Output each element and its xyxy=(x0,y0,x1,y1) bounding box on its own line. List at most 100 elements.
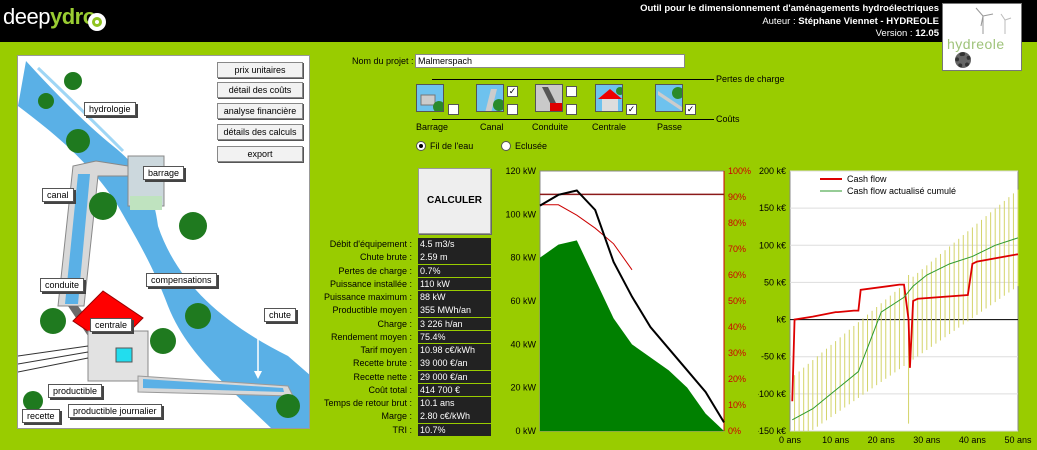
cashflow-y-tick-label: 100 k€ xyxy=(759,240,786,250)
passe-label: Passe xyxy=(657,122,683,132)
result-label: Débit d'équipement : xyxy=(329,239,412,249)
power-y-tick-label: 40 kW xyxy=(510,339,536,349)
result-row: Tarif moyen : 10.98 c€/kWh xyxy=(0,344,491,357)
centrale-icon xyxy=(595,84,623,112)
radio-fil-indicator[interactable] xyxy=(416,141,426,151)
cashflow-y-tick-label: k€ xyxy=(776,315,786,325)
percent-y-tick-label: 100% xyxy=(728,166,751,176)
result-value: 10.7% xyxy=(418,423,491,436)
percent-y-tick-label: 50% xyxy=(728,296,746,306)
result-label: Puissance maximum : xyxy=(323,292,412,302)
label-canal[interactable]: canal xyxy=(42,188,74,202)
cashflow-x-tick-label: 20 ans xyxy=(868,435,896,445)
cashflow-y-tick-label: -100 k€ xyxy=(758,389,786,399)
couts-connector xyxy=(432,119,714,120)
result-value: 414 700 € xyxy=(418,383,491,397)
cashflow-y-tick-label: 200 k€ xyxy=(759,166,786,176)
version-number: 12.05 xyxy=(915,28,939,39)
conduite-icon xyxy=(535,84,563,112)
gear-icon xyxy=(955,52,971,68)
result-value: 88 kW xyxy=(418,291,491,304)
percent-y-tick-label: 20% xyxy=(728,374,746,384)
app-title: Outil pour le dimensionnement d'aménagem… xyxy=(640,3,939,14)
radio-eclusee[interactable]: Eclusée xyxy=(501,141,547,151)
radio-fil-de-l-eau[interactable]: Fil de l'eau xyxy=(416,141,473,151)
prix-unitaires-button[interactable]: prix unitaires xyxy=(217,62,303,78)
conduite-cout-checkbox[interactable] xyxy=(566,104,577,115)
percent-y-tick-label: 10% xyxy=(728,400,746,410)
centrale-label: Centrale xyxy=(592,122,627,132)
centrale-cout-checkbox[interactable]: ✓ xyxy=(626,104,637,115)
conduite-perte-checkbox[interactable] xyxy=(566,86,577,97)
analyse-financiere-button[interactable]: analyse financière xyxy=(217,103,303,119)
label-hydrologie[interactable]: hydrologie xyxy=(84,102,136,116)
result-label: Charge : xyxy=(377,318,412,329)
pertes-de-charge-label: Pertes de charge xyxy=(716,74,785,84)
conduite-label: Conduite xyxy=(532,122,569,132)
passe-cout-checkbox[interactable]: ✓ xyxy=(685,104,696,115)
radio-eclusee-label: Eclusée xyxy=(515,141,548,151)
result-value: 0.7% xyxy=(418,264,491,277)
percent-y-tick-label: 80% xyxy=(728,218,746,228)
result-value: 3 226 h/an xyxy=(418,317,491,330)
percent-y-tick-label: 70% xyxy=(728,244,746,254)
passe-icon xyxy=(655,84,683,112)
result-row: Puissance maximum : 88 kW xyxy=(0,291,491,304)
result-row: Chute brute : 2.59 m xyxy=(0,251,491,264)
percent-y-tick-label: 0% xyxy=(728,426,741,436)
wind-turbine-icon xyxy=(975,7,1012,34)
author-label: Auteur : xyxy=(762,15,796,27)
water-wheel-icon xyxy=(88,13,106,31)
author-name: Stéphane Viennet - HYDREOLE xyxy=(798,15,939,27)
canal-cout-checkbox[interactable] xyxy=(507,104,518,115)
calculer-button[interactable]: CALCULER xyxy=(418,168,491,234)
result-value: 39 000 €/an xyxy=(418,357,491,370)
percent-y-tick-label: 30% xyxy=(728,348,746,358)
power-y-tick-label: 80 kW xyxy=(510,253,536,263)
result-value: 355 MWh/an xyxy=(418,304,491,317)
result-label: Recette brute : xyxy=(352,358,412,369)
cashflow-x-tick-label: 40 ans xyxy=(959,435,987,445)
brand-name: hydreole xyxy=(947,36,1005,52)
power-y-tick-label: 20 kW xyxy=(510,383,536,393)
result-row: Temps de retour brut : 10.1 ans xyxy=(0,397,491,410)
details-calculs-button[interactable]: détails des calculs xyxy=(217,124,303,140)
power-y-tick-label: 60 kW xyxy=(510,296,536,306)
canal-perte-checkbox[interactable]: ✓ xyxy=(507,86,518,97)
result-label: Productible moyen : xyxy=(332,305,412,316)
detail-couts-button[interactable]: détail des coûts xyxy=(217,82,303,98)
barrage-label: Barrage xyxy=(416,122,449,132)
result-value: 110 kW xyxy=(418,277,491,291)
spillway xyxy=(130,196,162,210)
result-row: Marge : 2.80 c€/kWh xyxy=(0,410,491,423)
result-row: Charge : 3 226 h/an xyxy=(0,317,491,331)
result-value: 10.98 c€/kWh xyxy=(418,344,491,357)
pertes-connector xyxy=(432,79,714,80)
result-value: 10.1 ans xyxy=(418,397,491,410)
legend-label: Cash flow actualisé cumulé xyxy=(847,186,956,196)
radio-eclusee-indicator[interactable] xyxy=(501,141,511,151)
barrage-cout-checkbox[interactable] xyxy=(448,104,459,115)
logo-text-deep: deep xyxy=(3,4,50,29)
result-row: Rendement moyen : 75.4% xyxy=(0,330,491,344)
result-label: Tarif moyen : xyxy=(360,345,412,355)
cashflow-x-tick-label: 30 ans xyxy=(913,435,941,445)
cashflow-x-tick-label: 0 ans xyxy=(779,435,802,445)
result-row: Débit d'équipement : 4.5 m3/s xyxy=(0,238,491,251)
result-label: Puissance installée : xyxy=(329,278,412,289)
radio-fil-label: Fil de l'eau xyxy=(430,141,474,151)
result-value: 4.5 m3/s xyxy=(418,238,491,251)
project-name-input[interactable]: Malmerspach xyxy=(415,54,685,68)
result-row: Coût total : 414 700 € xyxy=(0,383,491,397)
cashflow-y-tick-label: 50 k€ xyxy=(764,277,786,287)
power-y-tick-label: 100 kW xyxy=(505,209,536,219)
result-value: 75.4% xyxy=(418,330,491,344)
export-button[interactable]: export xyxy=(217,146,303,162)
result-value: 29 000 €/an xyxy=(418,370,491,383)
result-value: 2.59 m xyxy=(418,251,491,264)
percent-y-tick-label: 40% xyxy=(728,322,746,332)
label-barrage[interactable]: barrage xyxy=(143,166,185,180)
result-row: Productible moyen : 355 MWh/an xyxy=(0,304,491,317)
barrage-icon xyxy=(416,84,444,112)
result-row: TRI : 10.7% xyxy=(0,423,491,437)
